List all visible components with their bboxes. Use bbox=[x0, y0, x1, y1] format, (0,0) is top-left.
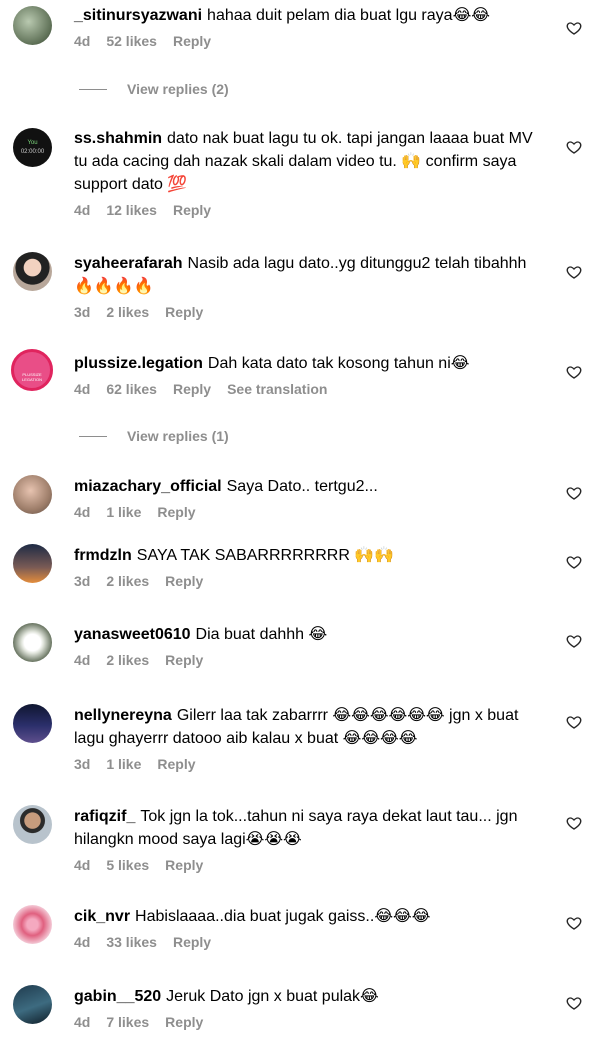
comment-meta: 3d 1 like Reply bbox=[74, 756, 544, 772]
comment-meta: 3d 2 likes Reply bbox=[74, 304, 544, 320]
see-translation-button[interactable]: See translation bbox=[227, 381, 327, 397]
reply-button[interactable]: Reply bbox=[173, 934, 211, 950]
like-count[interactable]: 2 likes bbox=[106, 304, 149, 320]
comment-text: plussize.legation Dah kata dato tak koson… bbox=[74, 355, 470, 372]
comment-meta: 4d 33 likes Reply bbox=[74, 934, 544, 950]
divider-line bbox=[79, 88, 107, 90]
comment-username[interactable]: ss.shahmin bbox=[74, 130, 162, 147]
reply-button[interactable]: Reply bbox=[173, 33, 211, 49]
like-count[interactable]: 2 likes bbox=[106, 573, 149, 589]
avatar[interactable] bbox=[13, 475, 52, 514]
heart-outline-icon[interactable] bbox=[566, 915, 582, 931]
comment-time: 4d bbox=[74, 33, 91, 49]
heart-outline-icon[interactable] bbox=[566, 139, 582, 155]
reply-button[interactable]: Reply bbox=[165, 1014, 203, 1030]
avatar[interactable] bbox=[13, 544, 52, 583]
comment-time: 3d bbox=[74, 304, 91, 320]
comment-text: _sitinursyazwani hahaa duit pelam dia bua… bbox=[74, 7, 490, 24]
comment-meta: 4d 2 likes Reply bbox=[74, 652, 544, 668]
comment-meta: 4d 52 likes Reply bbox=[74, 33, 544, 49]
comment-username[interactable]: miazachary_official bbox=[74, 478, 222, 495]
avatar[interactable]: PLUSSIZE LEGATION bbox=[11, 349, 53, 391]
avatar[interactable] bbox=[13, 623, 52, 662]
comment-time: 4d bbox=[74, 504, 91, 520]
comment-text: nellynereyna Gilerr laa tak zabarrrr 😂😂😂😂… bbox=[74, 707, 519, 747]
divider-line bbox=[79, 435, 107, 437]
heart-outline-icon[interactable] bbox=[566, 554, 582, 570]
heart-outline-icon[interactable] bbox=[566, 995, 582, 1011]
like-count[interactable]: 33 likes bbox=[106, 934, 157, 950]
comment-username[interactable]: frmdzln bbox=[74, 547, 132, 564]
heart-outline-icon[interactable] bbox=[566, 364, 582, 380]
comment-time: 4d bbox=[74, 934, 91, 950]
heart-outline-icon[interactable] bbox=[566, 714, 582, 730]
comment-text: frmdzln SAYA TAK SABARRRRRRRR 🙌🙌 bbox=[74, 547, 395, 564]
comment-time: 4d bbox=[74, 652, 91, 668]
reply-button[interactable]: Reply bbox=[157, 504, 195, 520]
like-count[interactable]: 52 likes bbox=[106, 33, 157, 49]
comment-username[interactable]: cik_nvr bbox=[74, 908, 130, 925]
like-count[interactable]: 62 likes bbox=[106, 381, 157, 397]
avatar[interactable] bbox=[13, 985, 52, 1024]
reply-button[interactable]: Reply bbox=[157, 756, 195, 772]
comment-text: yanasweet0610 Dia buat dahhh 😂 bbox=[74, 626, 328, 643]
heart-outline-icon[interactable] bbox=[566, 264, 582, 280]
comment-time: 4d bbox=[74, 1014, 91, 1030]
like-count[interactable]: 1 like bbox=[106, 756, 141, 772]
comment-text: ss.shahmin dato nak buat lagu tu ok. tapi… bbox=[74, 130, 533, 193]
comment-text: syaheerafarah Nasib ada lagu dato..yg dit… bbox=[74, 255, 527, 295]
comment-meta: 4d 62 likes Reply See translation bbox=[74, 381, 544, 397]
comment-username[interactable]: rafiqzif_ bbox=[74, 808, 135, 825]
heart-outline-icon[interactable] bbox=[566, 633, 582, 649]
avatar[interactable] bbox=[13, 252, 52, 291]
comment-meta: 4d 7 likes Reply bbox=[74, 1014, 544, 1030]
avatar[interactable] bbox=[13, 6, 52, 45]
comment-text: rafiqzif_ Tok jgn la tok...tahun ni saya … bbox=[74, 808, 518, 848]
comment-username[interactable]: nellynereyna bbox=[74, 707, 172, 724]
comment-text: miazachary_official Saya Dato.. tertgu2..… bbox=[74, 478, 378, 495]
heart-outline-icon[interactable] bbox=[566, 20, 582, 36]
avatar[interactable] bbox=[13, 805, 52, 844]
comment-meta: 4d 1 like Reply bbox=[74, 504, 544, 520]
comment-username[interactable]: yanasweet0610 bbox=[74, 626, 191, 643]
avatar[interactable] bbox=[13, 704, 52, 743]
reply-button[interactable]: Reply bbox=[165, 304, 203, 320]
avatar[interactable]: You 02:00:00 bbox=[13, 128, 52, 167]
like-count[interactable]: 12 likes bbox=[106, 202, 157, 218]
comment-time: 4d bbox=[74, 202, 91, 218]
comment-username[interactable]: syaheerafarah bbox=[74, 255, 183, 272]
comment-time: 4d bbox=[74, 857, 91, 873]
comment-time: 4d bbox=[74, 381, 91, 397]
comment-time: 3d bbox=[74, 756, 91, 772]
comment-username[interactable]: gabin__520 bbox=[74, 988, 161, 1005]
comment-time: 3d bbox=[74, 573, 91, 589]
like-count[interactable]: 1 like bbox=[106, 504, 141, 520]
comment-meta: 4d 12 likes Reply bbox=[74, 202, 544, 218]
comment-meta: 3d 2 likes Reply bbox=[74, 573, 544, 589]
comment-meta: 4d 5 likes Reply bbox=[74, 857, 544, 873]
reply-button[interactable]: Reply bbox=[173, 381, 211, 397]
avatar[interactable] bbox=[13, 905, 52, 944]
reply-button[interactable]: Reply bbox=[165, 652, 203, 668]
reply-button[interactable]: Reply bbox=[173, 202, 211, 218]
like-count[interactable]: 7 likes bbox=[106, 1014, 149, 1030]
like-count[interactable]: 5 likes bbox=[106, 857, 149, 873]
heart-outline-icon[interactable] bbox=[566, 815, 582, 831]
comment-username[interactable]: _sitinursyazwani bbox=[74, 7, 202, 24]
comment-text: cik_nvr Habislaaaa..dia buat jugak gaiss.… bbox=[74, 908, 431, 925]
view-replies-button[interactable]: View replies (1) bbox=[79, 428, 229, 444]
view-replies-button[interactable]: View replies (2) bbox=[79, 81, 229, 97]
heart-outline-icon[interactable] bbox=[566, 485, 582, 501]
comment-text: gabin__520 Jeruk Dato jgn x buat pulak😂 bbox=[74, 988, 379, 1005]
comment-username[interactable]: plussize.legation bbox=[74, 355, 203, 372]
reply-button[interactable]: Reply bbox=[165, 857, 203, 873]
comments-feed: _sitinursyazwani hahaa duit pelam dia bua… bbox=[0, 0, 590, 1047]
reply-button[interactable]: Reply bbox=[165, 573, 203, 589]
like-count[interactable]: 2 likes bbox=[106, 652, 149, 668]
